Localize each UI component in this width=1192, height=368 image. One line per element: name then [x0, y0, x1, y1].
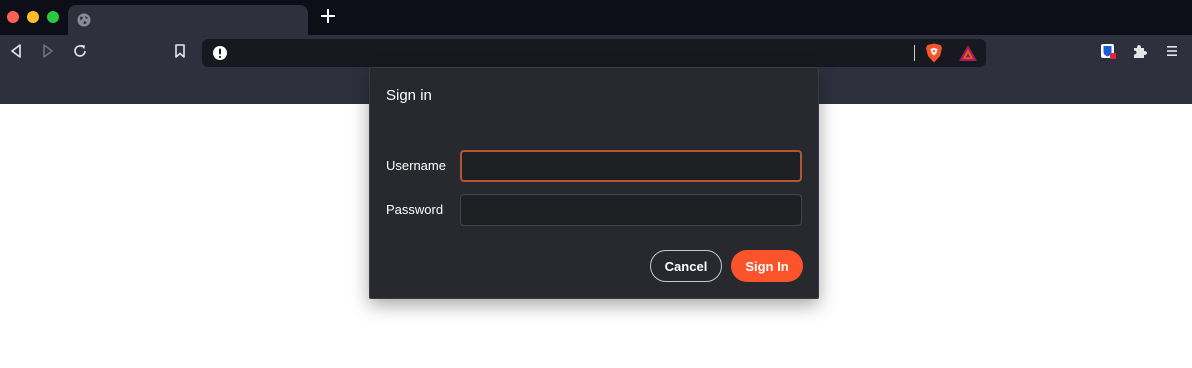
- new-tab-button[interactable]: [318, 8, 338, 28]
- menu-button[interactable]: [1160, 41, 1184, 65]
- forward-arrow-icon: [41, 43, 55, 63]
- sign-in-dialog: Sign in Username Password Cancel Sign In: [369, 67, 819, 299]
- bookmark-icon: [174, 43, 186, 63]
- bitwarden-button[interactable]: [1096, 41, 1120, 65]
- back-button[interactable]: [4, 41, 28, 65]
- browser-window: Sign in Username Password Cancel Sign In: [0, 0, 1192, 368]
- username-label: Username: [386, 158, 446, 173]
- dialog-title: Sign in: [386, 87, 432, 104]
- tab-active[interactable]: [68, 5, 308, 35]
- sign-in-button[interactable]: Sign In: [731, 250, 803, 282]
- extensions-button[interactable]: [1128, 41, 1152, 65]
- bitwarden-icon: [1100, 43, 1116, 64]
- puzzle-icon: [1132, 43, 1148, 64]
- globe-icon: [77, 13, 91, 27]
- forward-button[interactable]: [36, 41, 60, 65]
- minimize-window-button[interactable]: [27, 11, 39, 23]
- cancel-button[interactable]: Cancel: [650, 250, 722, 282]
- url-input[interactable]: [236, 43, 906, 63]
- hamburger-menu-icon: [1166, 44, 1178, 62]
- bookmark-button[interactable]: [168, 41, 192, 65]
- address-bar-divider: [914, 45, 915, 61]
- brave-shields-icon[interactable]: [925, 43, 943, 63]
- tab-strip: [0, 0, 1192, 35]
- reload-icon: [73, 44, 87, 63]
- close-window-button[interactable]: [7, 11, 19, 23]
- username-field[interactable]: [460, 150, 802, 182]
- password-field[interactable]: [460, 194, 802, 226]
- maximize-window-button[interactable]: [47, 11, 59, 23]
- address-bar[interactable]: [202, 39, 986, 67]
- password-label: Password: [386, 202, 444, 217]
- brave-rewards-icon[interactable]: [958, 44, 978, 62]
- plus-icon: [321, 8, 335, 28]
- reload-button[interactable]: [68, 41, 92, 65]
- site-info-icon[interactable]: [212, 45, 228, 61]
- back-arrow-icon: [9, 43, 23, 63]
